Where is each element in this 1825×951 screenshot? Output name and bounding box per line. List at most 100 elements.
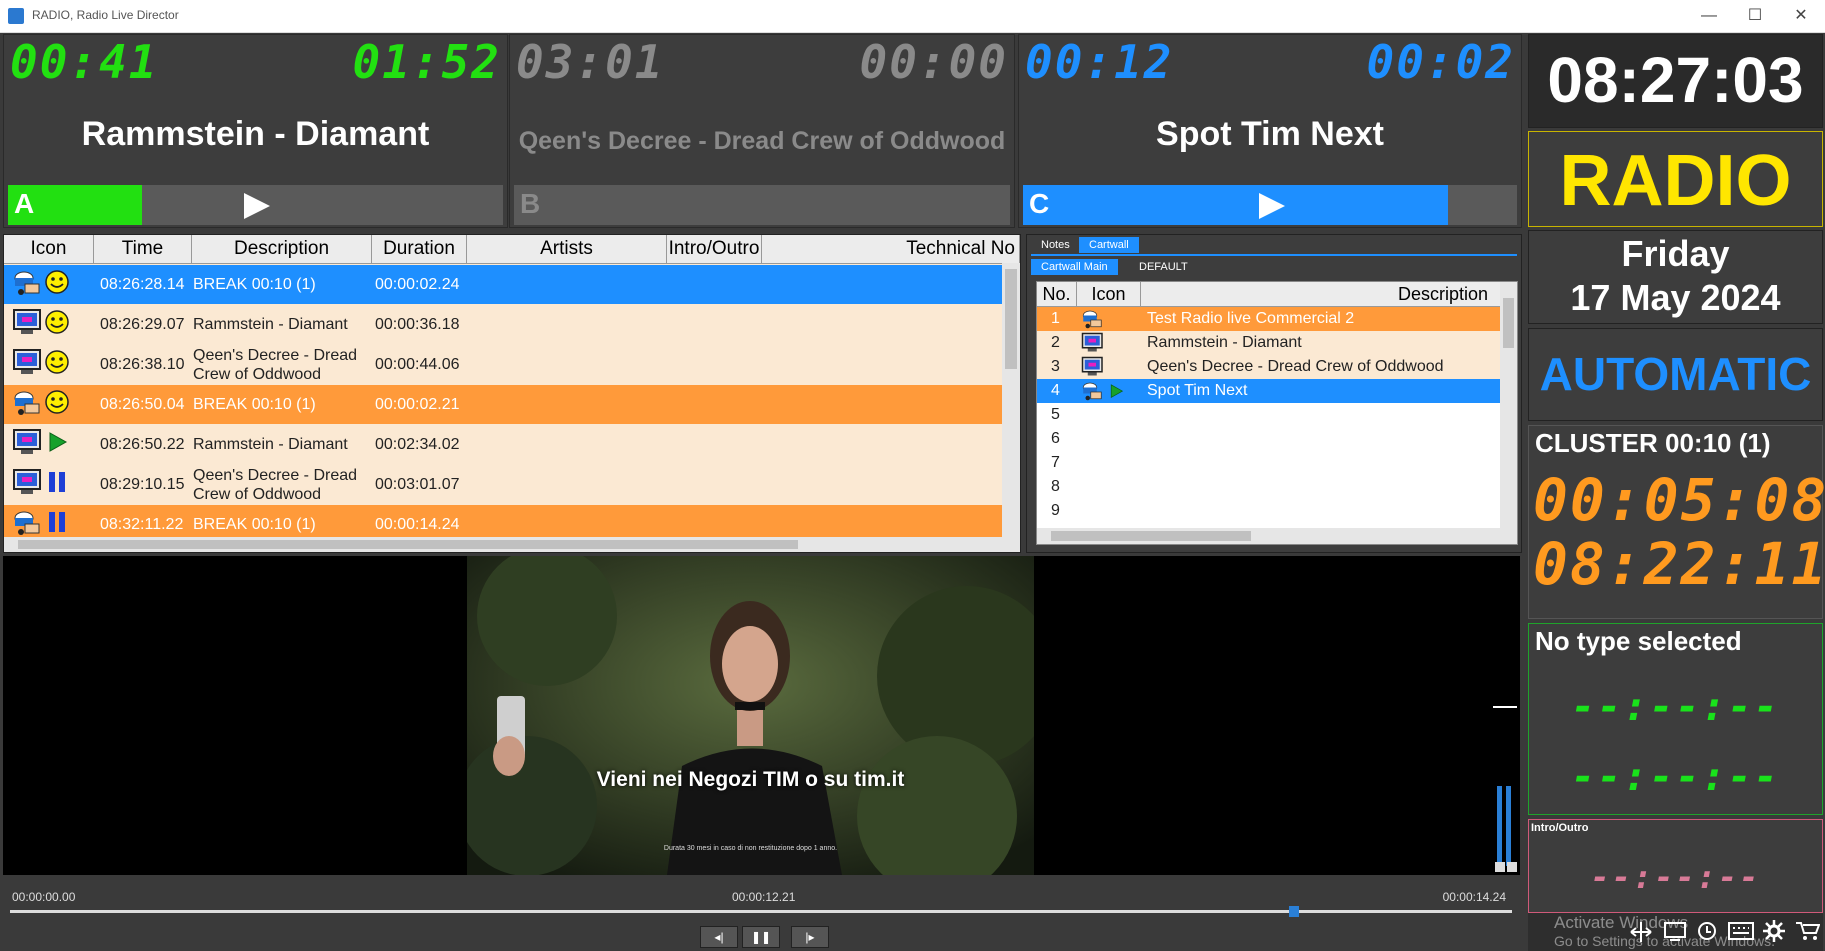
cart-description: Spot Tim Next [1147,382,1248,399]
scroll-thumb[interactable] [1005,269,1017,369]
monitor-icon [12,348,42,381]
type-title: No type selected [1535,626,1742,656]
tab-cartwall[interactable]: Cartwall [1079,237,1139,253]
pause-icon [44,509,70,540]
bottom-toolbar: Activate Windows Go to Settings to activ… [1528,913,1823,951]
cart-icons [1081,379,1141,404]
cart-number: 7 [1051,454,1060,471]
close-button[interactable]: ✕ [1778,4,1824,28]
table-row[interactable]: 08:26:50.04 BREAK 00:10 (1) 00:00:02.21 [4,385,1002,424]
station-name: RADIO [1559,141,1792,221]
table-row[interactable]: 08:29:10.15 Qeen's Decree - Dread Crew of… [4,465,1002,504]
video-fine-print: Durata 30 mesi in caso di non restituzio… [663,845,838,852]
cartwall-header: No. Icon Description [1037,282,1500,307]
table-row[interactable]: 08:26:50.22 Rammstein - Diamant 00:02:34.0… [4,425,1002,464]
deck-c: 00:12 00:02 Spot Tim Next C [1018,34,1522,228]
previous-button[interactable]: ◂| [700,926,738,948]
settings-gear-icon[interactable] [1762,919,1786,943]
cart-number: 1 [1051,310,1060,327]
history-icon[interactable] [1696,920,1718,942]
table-row[interactable]: 08:26:28.14 BREAK 00:10 (1) 00:00:02.24 [4,265,1002,304]
list-item[interactable]: 9 [1037,499,1500,520]
scroll-thumb[interactable] [18,540,798,549]
column-header-icon[interactable]: Icon [1077,282,1141,306]
list-item[interactable]: 4 Spot Tim Next [1037,379,1500,403]
cart-icons [1081,427,1141,452]
cart-icons [1081,451,1141,476]
cart-icon [12,268,42,301]
cart-description: Test Radio live Commercial 2 [1147,310,1355,327]
cart-icons [1081,331,1141,356]
app-icon [8,8,24,24]
row-duration: 00:03:01.07 [375,476,460,493]
column-header-intro-outro[interactable]: Intro/Outro [667,235,762,263]
type-value-1: --:--:-- [1571,684,1780,730]
playlist-vertical-scrollbar[interactable] [1002,263,1020,537]
cluster-title: CLUSTER 00:10 (1) [1535,428,1771,458]
column-header-description[interactable]: Description [192,235,372,263]
move-icon[interactable] [1630,921,1652,943]
column-header-artists[interactable]: Artists [467,235,667,263]
column-header-duration[interactable]: Duration [372,235,467,263]
list-item[interactable]: 3 Qeen's Decree - Dread Crew of Oddwood [1037,355,1500,379]
cartwall-horizontal-scrollbar[interactable] [1037,528,1517,544]
minimize-button[interactable]: — [1686,4,1732,28]
play-icon [44,429,70,460]
maximize-button[interactable]: ☐ [1732,4,1778,28]
column-header-description[interactable]: Description [1141,282,1500,306]
list-item[interactable]: 2 Rammstein - Diamant [1037,331,1500,355]
subtab-cartwall-main[interactable]: Cartwall Main [1031,259,1118,275]
smiley-icon [44,309,70,340]
keyboard-icon[interactable] [1728,922,1754,940]
playlist-grid: Icon Time Description Duration Artists I… [3,234,1021,553]
column-header-no[interactable]: No. [1037,282,1077,306]
cart-icon[interactable] [1794,919,1820,943]
list-item[interactable]: 6 [1037,427,1500,451]
row-time: 08:26:29.07 [100,316,185,333]
row-icons [12,305,92,344]
table-row[interactable]: 08:26:38.10 Qeen's Decree - Dread Crew of… [4,345,1002,384]
deck-progress-bar[interactable]: B [514,185,1010,225]
next-button[interactable]: |▸ [791,926,829,948]
deck-progress-bar[interactable]: C [1023,185,1517,225]
playlist-horizontal-scrollbar[interactable] [4,537,1020,552]
deck-elapsed: 00:41 [10,35,159,89]
check-icon[interactable] [1507,862,1517,872]
play-icon[interactable] [244,193,270,219]
pause-button[interactable]: ❚❚ [742,926,780,948]
seek-thumb[interactable] [1289,906,1299,917]
deck-letter: C [1029,188,1050,219]
check-icon[interactable] [1495,862,1505,872]
cartwall-vertical-scrollbar[interactable] [1500,282,1517,528]
screen-icon[interactable] [1663,921,1687,943]
cart-icon [12,388,42,421]
list-item[interactable]: 7 [1037,451,1500,475]
cart-description [1147,403,1497,427]
deck-progress-fill [1023,185,1448,225]
cart-number: 2 [1051,334,1060,351]
cluster-time-1: 00:05:08 [1533,466,1825,534]
date-panel: Friday 17 May 2024 [1528,230,1823,324]
scroll-thumb[interactable] [1503,298,1514,348]
cartwall-panel: Notes Cartwall Cartwall Main DEFAULT No.… [1026,234,1522,553]
list-item[interactable]: 8 [1037,475,1500,499]
pause-icon [44,469,70,500]
list-item[interactable]: 1 Test Radio live Commercial 2 [1037,307,1500,331]
transport-current-time: 00:00:12.21 [732,890,796,904]
column-header-time[interactable]: Time [94,235,192,263]
transport-bar: 00:00:00.00 00:00:12.21 00:00:14.24 ◂| ❚… [0,878,1520,951]
seek-track[interactable] [10,906,1512,917]
clock-time: 08:27:03 [1547,44,1804,116]
table-row[interactable]: 08:26:29.07 Rammstein - Diamant 00:00:36.1… [4,305,1002,344]
subtab-default[interactable]: DEFAULT [1129,259,1198,275]
deck-letter: B [520,188,541,219]
column-header-technical-no[interactable]: Technical No [762,235,1020,263]
mode-panel[interactable]: AUTOMATIC [1528,328,1823,421]
play-icon[interactable] [1259,193,1285,219]
cart-description: Qeen's Decree - Dread Crew of Oddwood [1147,358,1444,375]
scroll-thumb[interactable] [1051,531,1251,541]
tab-notes[interactable]: Notes [1031,237,1080,253]
column-header-icon[interactable]: Icon [4,235,94,263]
list-item[interactable]: 5 [1037,403,1500,427]
deck-progress-bar[interactable]: A [8,185,503,225]
